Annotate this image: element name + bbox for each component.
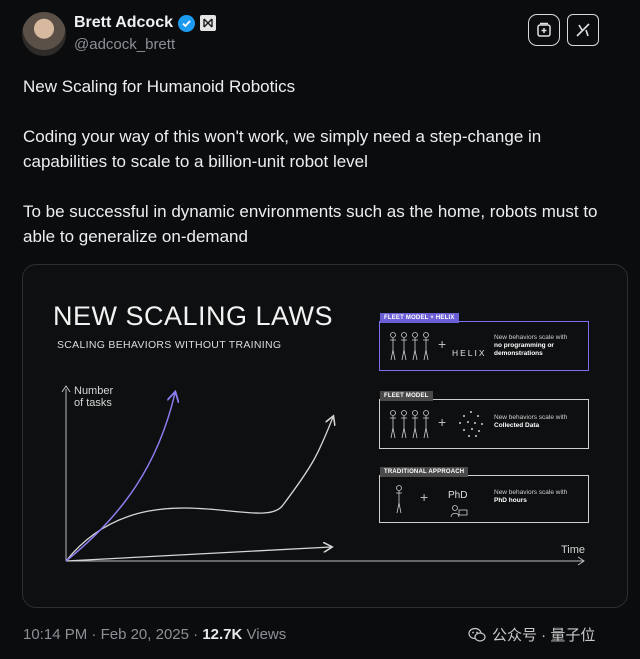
tweet-time[interactable]: 10:14 PM bbox=[23, 626, 87, 643]
tweet-paragraph: New Scaling for Humanoid Robotics bbox=[23, 77, 296, 96]
panel-desc-bold: PhD hours bbox=[494, 497, 527, 504]
verified-badge-icon[interactable] bbox=[177, 14, 195, 32]
tweet-text: New Scaling for Humanoid Robotics Coding… bbox=[23, 74, 613, 249]
panel-traditional: TRADITIONAL APPROACH + PhD New behaviors… bbox=[379, 467, 589, 523]
panel-desc-prefix: New behaviors scale with bbox=[494, 334, 568, 341]
person-laptop-icon bbox=[450, 505, 468, 518]
x-button[interactable] bbox=[567, 14, 599, 46]
y-axis-label: Number bbox=[74, 385, 113, 397]
panel-tag: TRADITIONAL APPROACH bbox=[380, 467, 469, 477]
affiliate-badge-icon[interactable] bbox=[199, 15, 216, 31]
panel-helix: FLEET MODEL + HELIX + HELIX New behavior… bbox=[379, 313, 589, 371]
helix-label: HELIX bbox=[452, 348, 487, 358]
panel-description: New behaviors scale with Collected Data bbox=[494, 414, 586, 430]
panel-tag: FLEET MODEL + HELIX bbox=[380, 313, 459, 323]
plus-icon: + bbox=[438, 414, 447, 430]
tweet-paragraph: Coding your way of this won't work, we s… bbox=[23, 127, 542, 171]
author-handle[interactable]: @adcock_brett bbox=[74, 36, 175, 53]
watermark: 公众号 · 量子位 bbox=[468, 624, 595, 645]
panel-tag: FLEET MODEL bbox=[380, 391, 433, 401]
tweet-paragraph: To be successful in dynamic environments… bbox=[23, 202, 598, 246]
grok-button[interactable] bbox=[528, 14, 560, 46]
panel-description: New behaviors scale with PhD hours bbox=[494, 489, 586, 505]
tweet: Brett Adcock @adcock_brett New Scaling f… bbox=[0, 0, 640, 659]
panel-desc-prefix: New behaviors scale with bbox=[494, 414, 568, 421]
plus-icon: + bbox=[420, 489, 429, 505]
meta-separator: · bbox=[91, 626, 97, 643]
meta-separator: · bbox=[193, 626, 199, 643]
tweet-date[interactable]: Feb 20, 2025 bbox=[101, 626, 189, 643]
views-count[interactable]: 12.7K bbox=[202, 626, 242, 643]
wechat-icon bbox=[468, 627, 486, 642]
avatar[interactable] bbox=[22, 12, 66, 56]
curve-traditional bbox=[65, 547, 331, 562]
panel-desc-prefix: New behaviors scale with bbox=[494, 489, 568, 496]
media-image[interactable]: NEW SCALING LAWS SCALING BEHAVIORS WITHO… bbox=[22, 264, 628, 608]
y-axis-label: of tasks bbox=[74, 397, 112, 409]
plus-icon: + bbox=[438, 336, 447, 352]
x-logo-icon bbox=[576, 23, 590, 37]
curve-fleet-model bbox=[65, 417, 333, 562]
author-name-row: Brett Adcock bbox=[74, 14, 216, 32]
data-points-icon bbox=[459, 411, 483, 437]
watermark-text: 公众号 · 量子位 bbox=[492, 627, 596, 644]
robot-icon bbox=[396, 485, 402, 514]
curve-helix bbox=[65, 393, 175, 562]
tweet-meta: 10:14 PM · Feb 20, 2025 · 12.7K Views bbox=[23, 626, 286, 643]
panel-description: New behaviors scale with no programming … bbox=[494, 334, 586, 358]
robot-fleet-icon bbox=[390, 410, 429, 439]
grok-icon bbox=[537, 22, 551, 37]
x-axis-label: Time bbox=[561, 544, 585, 556]
robot-fleet-icon bbox=[390, 332, 429, 361]
display-name[interactable]: Brett Adcock bbox=[74, 14, 173, 32]
panel-desc-bold: Collected Data bbox=[494, 422, 540, 429]
views-label: Views bbox=[246, 626, 287, 643]
phd-label: PhD bbox=[448, 490, 468, 501]
panel-desc-bold: no programming or demonstrations bbox=[494, 342, 554, 357]
panel-fleet-model: FLEET MODEL + New behaviors scale with C… bbox=[379, 391, 589, 449]
